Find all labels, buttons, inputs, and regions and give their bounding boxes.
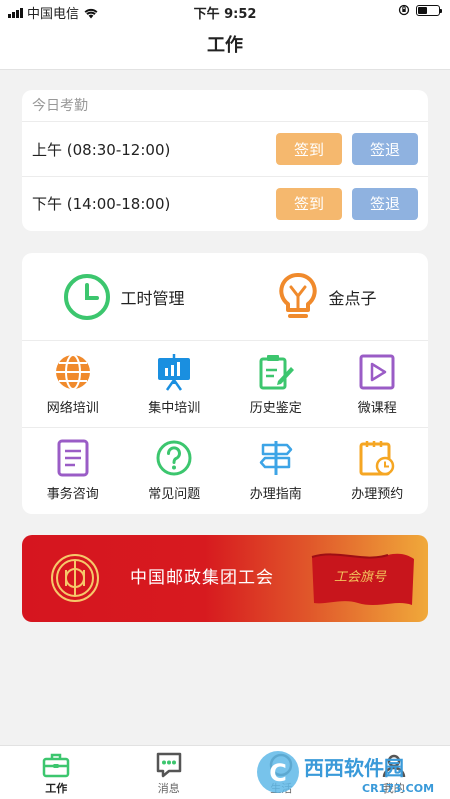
clock-icon [64, 273, 111, 320]
handling-guide-item[interactable]: 办理指南 [225, 428, 327, 513]
afternoon-signin-button[interactable]: 签到 [276, 187, 342, 220]
status-right [398, 4, 442, 16]
union-banner[interactable]: 中国邮政集团工会 工会旗号 [22, 535, 428, 622]
flag-icon: 工会旗号 [311, 553, 414, 605]
briefcase-icon [43, 753, 70, 778]
item-label: 办理预约 [351, 487, 404, 502]
tab-work[interactable]: 工作 [0, 746, 113, 799]
attendance-row-afternoon: 下午 (14:00-18:00) 签到 签退 [22, 176, 428, 230]
status-bar: 中国电信 下午 9:52 [0, 0, 450, 22]
item-label: 金点子 [328, 288, 377, 308]
attendance-row-morning: 上午 (08:30-12:00) 签到 签退 [22, 122, 428, 176]
period-label: 上午 (08:30-12:00) [32, 140, 171, 159]
page-title: 工作 [0, 22, 450, 70]
services-card: 工时管理 金点子 网络培训 集中培训 历史鉴定 微课程 事务咨询 常见问题 办理… [22, 253, 428, 514]
item-label: 常见问题 [148, 487, 201, 502]
flag-text: 工会旗号 [334, 570, 387, 585]
lightbulb-icon [279, 272, 318, 318]
watermark-url: CR173.COM [362, 782, 434, 795]
period-label: 下午 (14:00-18:00) [32, 195, 171, 213]
work-hours-management-item[interactable]: 工时管理 [22, 253, 225, 340]
presentation-board-icon [158, 353, 191, 391]
chat-bubble-icon [156, 752, 181, 778]
history-appraisal-item[interactable]: 历史鉴定 [225, 341, 327, 427]
item-label: 历史鉴定 [249, 400, 302, 416]
centralized-training-item[interactable]: 集中培训 [124, 341, 226, 427]
appointment-item[interactable]: 办理预约 [327, 428, 429, 513]
item-label: 微课程 [357, 400, 397, 416]
item-label: 工时管理 [120, 288, 185, 308]
item-label: 事务咨询 [46, 487, 99, 502]
attendance-header: 今日考勤 [22, 90, 428, 122]
services-grid-row-1: 网络培训 集中培训 历史鉴定 微课程 [22, 341, 428, 427]
union-emblem-icon [51, 554, 99, 602]
svg-text:C: C [269, 759, 287, 787]
affairs-consult-item[interactable]: 事务咨询 [22, 428, 124, 513]
tab-messages[interactable]: 消息 [113, 746, 226, 799]
item-label: 网络培训 [46, 400, 99, 416]
calendar-clock-icon [359, 441, 395, 476]
online-training-item[interactable]: 网络培训 [22, 341, 124, 427]
watermark-brand: 西西软件园 [304, 756, 404, 780]
morning-signout-button[interactable]: 签退 [352, 133, 418, 165]
golden-idea-item[interactable]: 金点子 [225, 253, 428, 340]
banner-title: 中国邮政集团工会 [130, 568, 274, 588]
signpost-icon [259, 441, 292, 475]
faq-item[interactable]: 常见问题 [124, 428, 226, 513]
play-icon [359, 354, 395, 389]
services-grid-row-2: 事务咨询 常见问题 办理指南 办理预约 [22, 427, 428, 513]
attendance-card: 今日考勤 上午 (08:30-12:00) 签到 签退 下午 (14:00-18… [22, 90, 428, 231]
micro-course-item[interactable]: 微课程 [327, 341, 429, 427]
clipboard-pen-icon [259, 354, 294, 389]
globe-icon [55, 353, 90, 390]
afternoon-signout-button[interactable]: 签退 [352, 187, 418, 220]
tab-label: 消息 [157, 782, 180, 795]
item-label: 集中培训 [148, 400, 201, 416]
item-label: 办理指南 [249, 487, 302, 502]
orientation-lock-icon [398, 4, 410, 16]
featured-services: 工时管理 金点子 [22, 253, 428, 341]
document-icon [57, 439, 89, 477]
question-icon [156, 440, 192, 476]
tab-label: 工作 [45, 782, 68, 795]
site-watermark: C 西西软件园 CR173.COM [257, 751, 434, 795]
morning-signin-button[interactable]: 签到 [276, 133, 342, 165]
battery-icon [416, 4, 442, 16]
clock-time: 下午 9:52 [193, 7, 257, 22]
